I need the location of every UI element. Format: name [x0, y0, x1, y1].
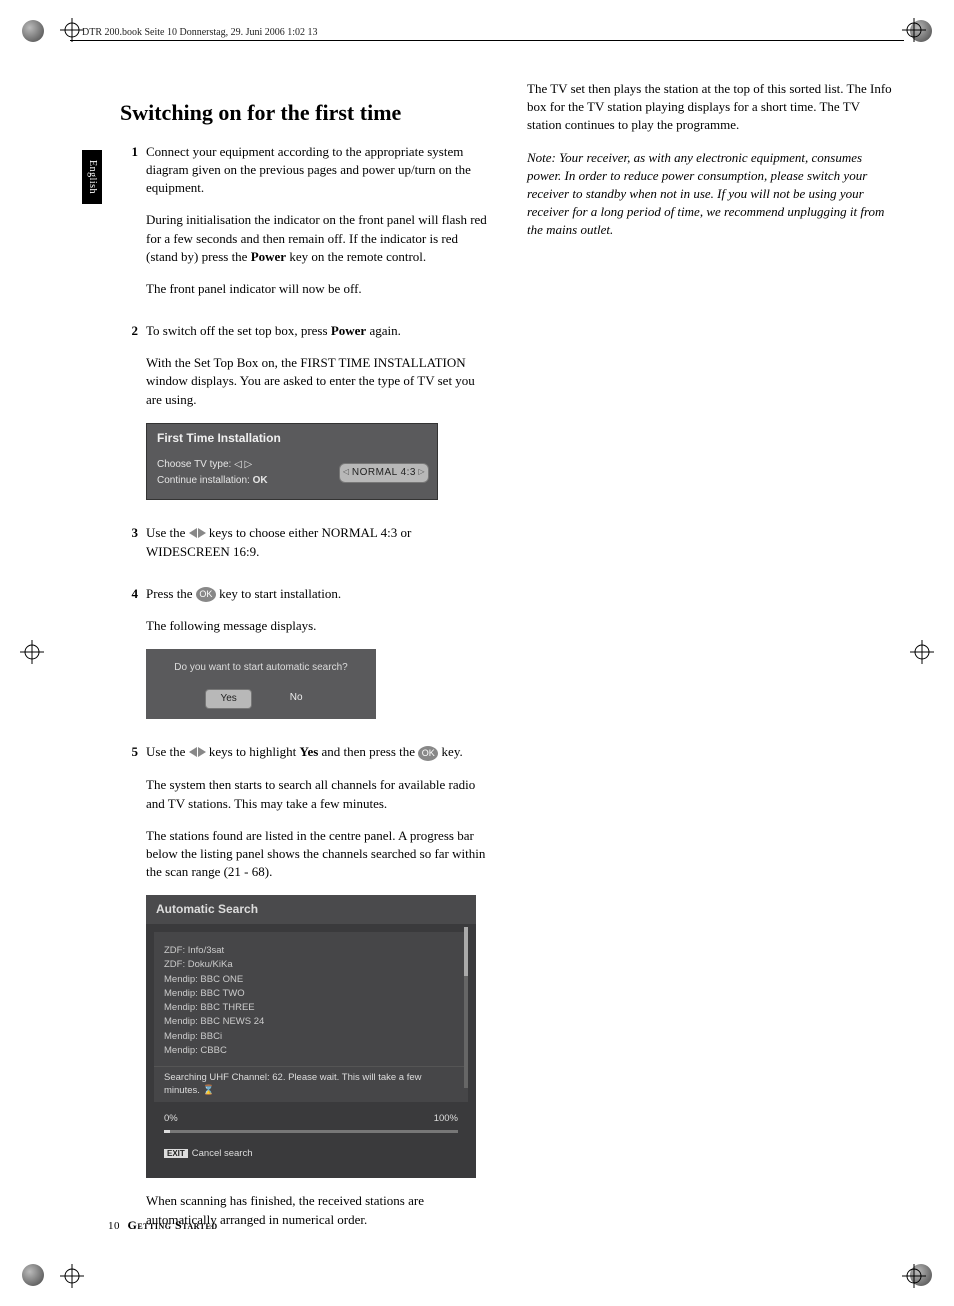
- registration-mark-icon: [902, 1264, 926, 1288]
- left-right-arrow-icon: [189, 525, 206, 543]
- step-number: 4: [120, 585, 146, 733]
- crop-mark-icon: [22, 20, 44, 42]
- list-item: Mendip: CBBC: [164, 1044, 458, 1058]
- body-text: The stations found are listed in the cen…: [146, 827, 487, 882]
- body-text: The system then starts to search all cha…: [146, 776, 487, 812]
- step-number: 1: [120, 143, 146, 312]
- note-text: Note: Your receiver, as with any electro…: [527, 149, 894, 240]
- registration-mark-icon: [60, 18, 84, 42]
- dialog-line: Choose TV type: ◁ ▷: [157, 457, 339, 473]
- body-text: The following message displays.: [146, 617, 487, 635]
- left-right-arrow-icon: [189, 744, 206, 762]
- crop-mark-icon: [22, 1264, 44, 1286]
- automatic-search-dialog: Automatic Search ZDF: Info/3sat ZDF: Dok…: [146, 895, 476, 1178]
- search-status: Searching UHF Channel: 62. Please wait. …: [154, 1066, 468, 1102]
- exit-key-icon: EXIT: [164, 1149, 188, 1158]
- list-item: Mendip: BBCi: [164, 1030, 458, 1044]
- registration-mark-icon: [910, 640, 934, 664]
- body-text: Use the keys to choose either NORMAL 4:3…: [146, 524, 487, 561]
- body-text: Press the OK key to start installation.: [146, 585, 487, 603]
- cancel-search-hint: EXITCancel search: [154, 1141, 468, 1166]
- list-item: Mendip: BBC NEWS 24: [164, 1015, 458, 1029]
- dialog-title: First Time Installation: [147, 424, 437, 453]
- progress-end-label: 100%: [434, 1112, 458, 1125]
- yes-button[interactable]: Yes: [205, 689, 251, 709]
- list-item: Mendip: BBC ONE: [164, 973, 458, 987]
- body-text: The TV set then plays the station at the…: [527, 80, 894, 135]
- page-footer: 10 Getting Started: [108, 1217, 218, 1234]
- registration-mark-icon: [60, 1264, 84, 1288]
- registration-mark-icon: [20, 640, 44, 664]
- dialog-question: Do you want to start automatic search?: [156, 661, 366, 675]
- ok-button-icon: OK: [196, 587, 216, 602]
- body-text: To switch off the set top box, press Pow…: [146, 322, 487, 340]
- progress-start-label: 0%: [164, 1112, 178, 1125]
- first-time-installation-dialog: First Time Installation Choose TV type: …: [146, 423, 438, 500]
- list-item: ZDF: Doku/KiKa: [164, 958, 458, 972]
- tv-type-selector[interactable]: NORMAL 4:3: [339, 463, 429, 483]
- list-item: Mendip: BBC THREE: [164, 1001, 458, 1015]
- scrollbar-icon: [464, 927, 468, 1088]
- dialog-line: Continue installation: OK: [157, 473, 339, 489]
- station-listing: ZDF: Info/3sat ZDF: Doku/KiKa Mendip: BB…: [154, 932, 468, 1066]
- no-button[interactable]: No: [276, 689, 317, 709]
- page-title: Switching on for the first time: [120, 98, 487, 129]
- dialog-title: Automatic Search: [146, 895, 476, 924]
- section-title: Getting Started: [128, 1218, 218, 1232]
- page-header-meta: DTR 200.book Seite 10 Donnerstag, 29. Ju…: [82, 26, 894, 44]
- body-text: Connect your equipment according to the …: [146, 143, 487, 198]
- body-text: With the Set Top Box on, the FIRST TIME …: [146, 354, 487, 409]
- auto-search-prompt: Do you want to start automatic search? Y…: [146, 649, 376, 719]
- page-number: 10: [108, 1220, 120, 1232]
- ok-button-icon: OK: [418, 746, 438, 761]
- list-item: Mendip: BBC TWO: [164, 987, 458, 1001]
- body-text: During initialisation the indicator on t…: [146, 211, 487, 266]
- header-rule: [70, 40, 904, 41]
- language-tab: English: [82, 150, 102, 204]
- body-text: Use the keys to highlight Yes and then p…: [146, 743, 487, 762]
- list-item: ZDF: Info/3sat: [164, 944, 458, 958]
- registration-mark-icon: [902, 18, 926, 42]
- step-number: 3: [120, 524, 146, 575]
- step-number: 2: [120, 322, 146, 514]
- body-text: The front panel indicator will now be of…: [146, 280, 487, 298]
- step-number: 5: [120, 743, 146, 1242]
- progress-bar: [164, 1130, 458, 1133]
